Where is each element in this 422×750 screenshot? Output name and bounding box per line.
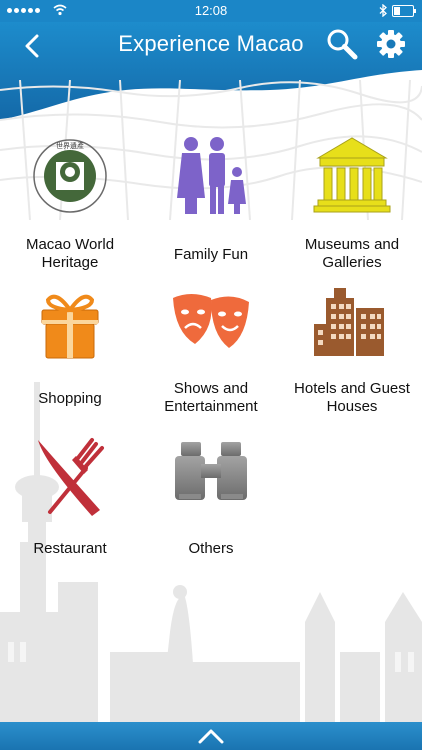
category-family-fun[interactable]: Family Fun [141, 134, 281, 284]
fork-knife-icon [38, 438, 104, 516]
gear-icon [377, 30, 405, 58]
status-time: 12:08 [194, 3, 228, 18]
category-label: Shopping [38, 390, 102, 407]
category-label: Others [188, 540, 234, 557]
world-heritage-icon: 世界遺產 [33, 139, 107, 213]
search-icon [327, 29, 358, 60]
chevron-up-icon [198, 729, 224, 744]
category-label: Family Fun [173, 246, 249, 263]
expand-drawer-button[interactable] [0, 722, 422, 750]
category-shopping[interactable]: Shopping [0, 284, 140, 434]
category-label: Macao World Heritage [25, 236, 115, 271]
binoculars-icon [175, 442, 247, 500]
category-label: Restaurant [33, 540, 107, 557]
museum-icon [313, 137, 391, 213]
battery-icon [392, 5, 416, 17]
category-restaurant[interactable]: Restaurant [0, 434, 140, 584]
category-world-heritage[interactable]: 世界遺產 Macao World Heritage [0, 134, 140, 284]
search-button[interactable] [325, 27, 359, 61]
category-others[interactable]: Others [141, 434, 281, 584]
theater-masks-icon [173, 294, 249, 348]
page-title: Experience Macao [118, 31, 304, 56]
hotel-icon [314, 288, 384, 356]
category-label: Shows and Entertainment [164, 380, 258, 415]
status-bar: 12:08 [0, 0, 422, 22]
gift-icon [41, 294, 99, 359]
family-icon [177, 137, 246, 214]
back-button[interactable] [14, 28, 50, 64]
category-museums-galleries[interactable]: Museums and Galleries [282, 134, 422, 284]
category-hotels-guest-houses[interactable]: Hotels and Guest Houses [282, 284, 422, 434]
category-shows-entertainment[interactable]: Shows and Entertainment [141, 284, 281, 434]
category-label: Hotels and Guest Houses [294, 380, 410, 415]
chevron-left-icon [25, 34, 39, 58]
bluetooth-icon [379, 4, 387, 17]
category-label: Museums and Galleries [304, 236, 400, 271]
settings-button[interactable] [374, 27, 408, 61]
emblem-text: 世界遺產 [56, 141, 84, 150]
